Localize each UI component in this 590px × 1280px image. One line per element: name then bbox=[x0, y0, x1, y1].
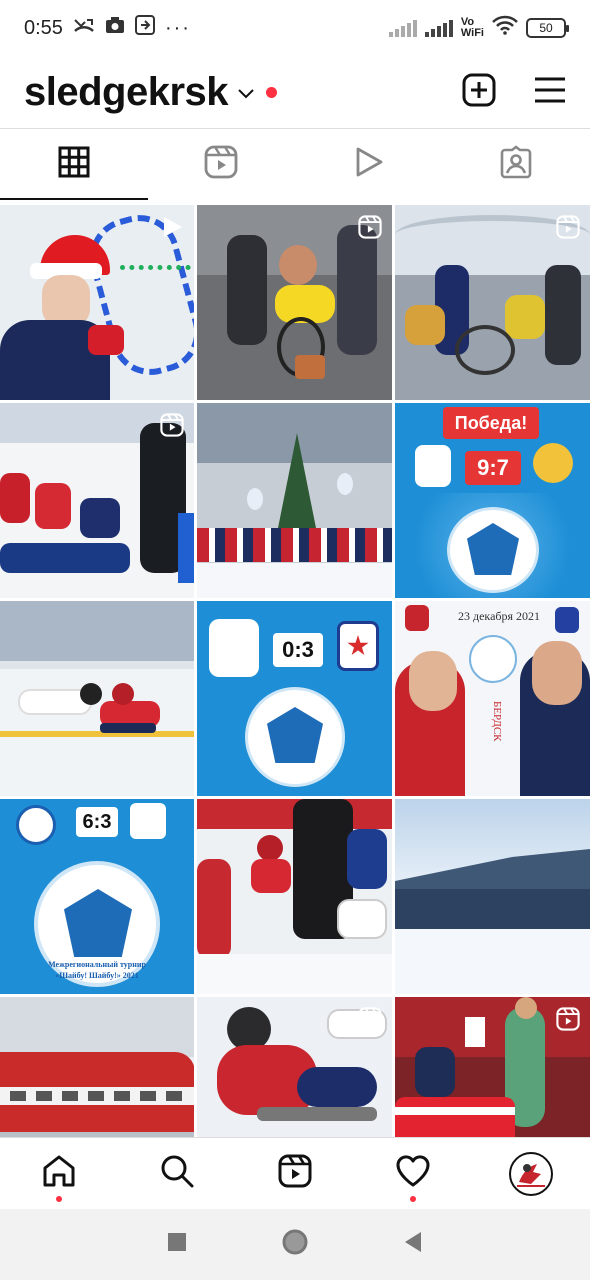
heart-icon bbox=[395, 1155, 431, 1192]
nav-profile[interactable] bbox=[472, 1138, 590, 1210]
reels-icon bbox=[358, 215, 382, 244]
play-icon bbox=[354, 146, 384, 183]
tab-tagged[interactable] bbox=[443, 129, 590, 200]
status-bar: 0:55 ··· Vo WiFi 50 bbox=[0, 0, 590, 56]
home-icon bbox=[41, 1153, 77, 1194]
profile-avatar bbox=[509, 1151, 553, 1196]
post-tile[interactable]: Победа! 9:7 bbox=[395, 403, 590, 598]
post-tile[interactable]: 6:3 Межрегиональный турнир «Шайбу! Шайбу… bbox=[0, 799, 194, 994]
signal-icon bbox=[388, 19, 417, 37]
nav-reels[interactable] bbox=[236, 1138, 354, 1210]
wifi-icon bbox=[492, 15, 518, 41]
menu-icon[interactable] bbox=[534, 76, 566, 109]
tournament-name: Межрегиональный турнир «Шайбу! Шайбу!» 2… bbox=[48, 960, 146, 980]
reels-icon bbox=[556, 215, 580, 244]
post-tile[interactable]: 0:3 bbox=[197, 601, 392, 796]
post-tile[interactable] bbox=[197, 403, 392, 598]
missed-call-icon bbox=[73, 16, 95, 40]
reels-icon bbox=[160, 413, 184, 442]
profile-username[interactable]: sledgekrsk bbox=[24, 70, 229, 115]
play-icon bbox=[162, 215, 184, 244]
system-navigation-bar bbox=[0, 1209, 590, 1280]
camera-icon bbox=[105, 16, 125, 40]
activity-notification-dot bbox=[410, 1195, 416, 1202]
reels-icon bbox=[358, 1007, 382, 1036]
post-tile[interactable] bbox=[395, 205, 590, 400]
battery-icon: 50 bbox=[526, 18, 569, 38]
new-post-icon[interactable] bbox=[462, 73, 496, 112]
nav-activity[interactable] bbox=[354, 1138, 472, 1210]
vowifi-icon: Vo WiFi bbox=[460, 16, 484, 39]
nav-search[interactable] bbox=[118, 1138, 236, 1210]
profile-header: sledgekrsk bbox=[0, 56, 590, 128]
result-banner: Победа! bbox=[443, 407, 539, 439]
tab-videos[interactable] bbox=[295, 129, 443, 200]
post-tile[interactable] bbox=[197, 799, 392, 994]
post-tile[interactable] bbox=[197, 997, 392, 1137]
reels-icon bbox=[556, 1007, 580, 1036]
home-circle-icon[interactable] bbox=[281, 1228, 309, 1261]
score-label: 6:3 bbox=[76, 807, 118, 837]
signal-icon bbox=[424, 19, 453, 37]
post-tile[interactable] bbox=[197, 205, 392, 400]
score-label: 0:3 bbox=[273, 633, 323, 667]
post-tile[interactable] bbox=[0, 205, 194, 400]
bottom-navigation bbox=[0, 1137, 590, 1209]
tab-grid[interactable] bbox=[0, 129, 148, 200]
home-notification-dot bbox=[56, 1195, 62, 1202]
chevron-down-icon[interactable] bbox=[238, 86, 254, 104]
notification-dot bbox=[266, 86, 278, 98]
post-grid: Победа! 9:7 0:3 23 декабря 2021 БЕРДСК 6… bbox=[0, 205, 590, 1137]
post-tile[interactable] bbox=[0, 601, 194, 796]
status-time: 0:55 bbox=[24, 16, 63, 39]
poster-date: 23 декабря 2021 bbox=[457, 609, 541, 623]
back-triangle-icon[interactable] bbox=[403, 1231, 423, 1258]
post-tile[interactable] bbox=[395, 799, 590, 994]
post-tile[interactable] bbox=[395, 997, 590, 1137]
post-tile[interactable] bbox=[0, 997, 194, 1137]
more-dots-icon: ··· bbox=[164, 16, 191, 39]
grid-icon bbox=[58, 146, 90, 183]
screen-record-icon bbox=[134, 15, 155, 41]
profile-tabs bbox=[0, 128, 590, 200]
nav-home[interactable] bbox=[0, 1138, 118, 1210]
reels-icon bbox=[278, 1154, 312, 1193]
post-tile[interactable]: 23 декабря 2021 БЕРДСК bbox=[395, 601, 590, 796]
tagged-icon bbox=[499, 145, 533, 184]
post-tile[interactable] bbox=[0, 403, 194, 598]
recents-square-icon[interactable] bbox=[167, 1232, 187, 1257]
poster-city: БЕРДСК bbox=[491, 701, 503, 742]
tab-reels[interactable] bbox=[148, 129, 296, 200]
reels-icon bbox=[204, 145, 238, 184]
search-icon bbox=[160, 1154, 194, 1193]
score-label: 9:7 bbox=[465, 451, 521, 485]
